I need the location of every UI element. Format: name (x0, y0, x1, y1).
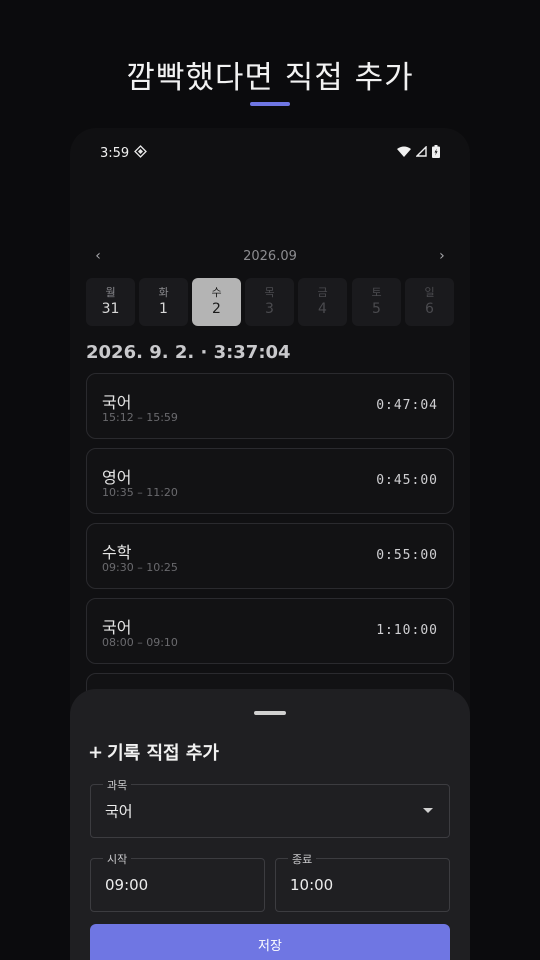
end-value: 10:00 (290, 876, 334, 894)
record-card[interactable]: 영어 10:35 – 11:20 0:45:00 (86, 448, 454, 514)
headline-underline (250, 102, 290, 106)
plus-icon: + (88, 741, 104, 763)
status-time: 3:59 (100, 145, 130, 161)
sheet-drag-handle[interactable] (254, 711, 286, 715)
day-cell[interactable]: 일 6 (405, 278, 454, 326)
start-time-field[interactable]: 시작 09:00 (90, 851, 265, 912)
selected-date-heading: 2026. 9. 2. · 3:37:04 (86, 342, 291, 363)
record-duration: 0:45:00 (376, 473, 438, 488)
month-navigator: ‹ 2026.09 › (86, 246, 454, 266)
prev-month-button[interactable]: ‹ (86, 248, 110, 264)
dropdown-caret-icon (423, 808, 433, 813)
day-name: 토 (371, 286, 382, 299)
record-time-range: 15:12 – 15:59 (102, 411, 178, 424)
day-cell[interactable]: 월 31 (86, 278, 135, 326)
record-subject: 국어 (102, 393, 132, 412)
record-duration: 1:10:00 (376, 623, 438, 638)
sheet-title: + 기록 직접 추가 (88, 739, 219, 765)
record-duration: 0:47:04 (376, 398, 438, 413)
add-record-sheet: + 기록 직접 추가 과목 국어 시작 09:00 종료 10:00 저장 (70, 689, 470, 960)
day-name: 일 (424, 286, 435, 299)
day-number: 5 (372, 301, 381, 317)
start-value: 09:00 (105, 876, 149, 894)
save-button[interactable]: 저장 (90, 924, 450, 960)
day-number: 6 (425, 301, 434, 317)
record-card[interactable]: 국어 08:00 – 09:10 1:10:00 (86, 598, 454, 664)
day-cell-selected[interactable]: 수 2 (192, 278, 241, 326)
month-label: 2026.09 (243, 248, 297, 264)
day-name: 월 (105, 286, 116, 299)
subject-value: 국어 (105, 802, 133, 821)
wifi-icon (397, 146, 411, 161)
location-diamond-icon (134, 144, 148, 162)
subject-label: 과목 (103, 777, 132, 793)
subject-select[interactable]: 과목 국어 (90, 777, 450, 838)
day-name: 수 (211, 286, 222, 299)
phone-screen: 3:59 ‹ 2026.09 › 월 31 화 1 수 2 목 3 금 4 토 … (70, 128, 470, 960)
day-number: 4 (318, 301, 327, 317)
week-strip: 월 31 화 1 수 2 목 3 금 4 토 5 일 6 (86, 278, 454, 326)
start-label: 시작 (103, 851, 132, 867)
record-subject: 영어 (102, 468, 132, 487)
day-cell[interactable]: 금 4 (298, 278, 347, 326)
record-time-range: 08:00 – 09:10 (102, 636, 178, 649)
record-card[interactable]: 국어 15:12 – 15:59 0:47:04 (86, 373, 454, 439)
end-time-field[interactable]: 종료 10:00 (275, 851, 450, 912)
record-duration: 0:55:00 (376, 548, 438, 563)
record-subject: 국어 (102, 618, 132, 637)
record-subject: 수학 (102, 543, 132, 562)
day-name: 금 (317, 286, 328, 299)
sheet-title-text: 기록 직접 추가 (107, 743, 219, 764)
record-time-range: 09:30 – 10:25 (102, 561, 178, 574)
day-number: 3 (265, 301, 274, 317)
day-number: 1 (159, 301, 168, 317)
status-bar: 3:59 (100, 144, 440, 162)
record-time-range: 10:35 – 11:20 (102, 486, 178, 499)
headline: 깜빡했다면 직접 추가 (126, 60, 414, 96)
day-cell[interactable]: 화 1 (139, 278, 188, 326)
next-month-button[interactable]: › (430, 248, 454, 264)
battery-charging-icon (432, 144, 440, 162)
day-name: 목 (264, 286, 275, 299)
day-number: 31 (101, 301, 120, 317)
record-card[interactable]: 수학 09:30 – 10:25 0:55:00 (86, 523, 454, 589)
signal-icon (415, 144, 427, 161)
day-cell[interactable]: 토 5 (352, 278, 401, 326)
day-cell[interactable]: 목 3 (245, 278, 294, 326)
day-name: 화 (158, 286, 169, 299)
end-label: 종료 (288, 851, 317, 867)
day-number: 2 (212, 301, 221, 317)
